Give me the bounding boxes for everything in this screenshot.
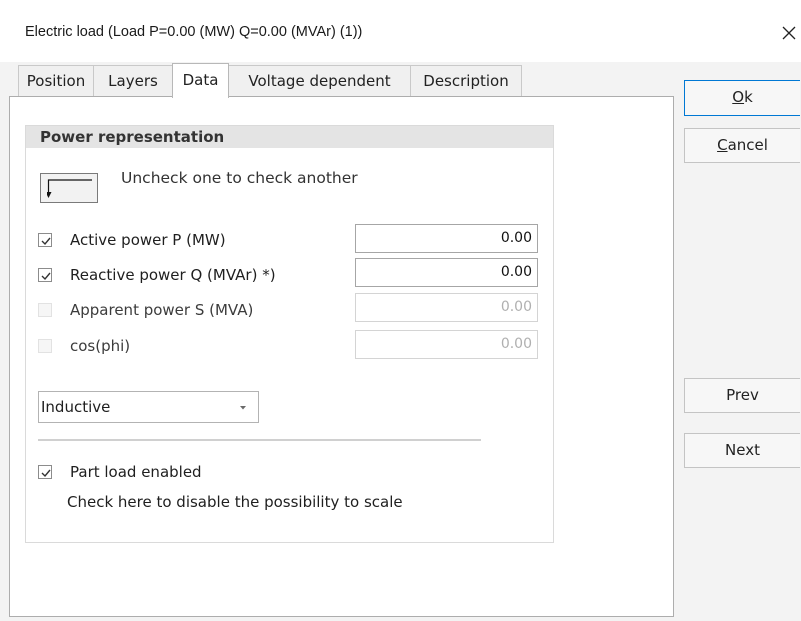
part-load-checkbox[interactable] xyxy=(38,465,52,479)
window-title: Electric load (Load P=0.00 (MW) Q=0.00 (… xyxy=(25,24,363,40)
check-icon xyxy=(41,237,51,246)
group-header: Power representation xyxy=(26,126,553,148)
check-icon xyxy=(41,469,51,478)
group-title: Power representation xyxy=(40,128,225,146)
part-load-row: Part load enabled xyxy=(38,461,338,487)
active-power-label: Active power P (MW) xyxy=(70,231,226,249)
tab-voltage-dependent[interactable]: Voltage dependent xyxy=(228,65,411,97)
ok-button[interactable]: Ok xyxy=(684,80,800,116)
ok-label: k xyxy=(744,88,753,106)
check-icon xyxy=(41,272,51,281)
cos-phi-label: cos(phi) xyxy=(70,337,131,355)
active-power-row: Active power P (MW) xyxy=(38,229,338,255)
reactive-power-checkbox[interactable] xyxy=(38,268,52,282)
cancel-mnemonic: C xyxy=(717,136,728,154)
uncheck-hint: Uncheck one to check another xyxy=(121,169,358,187)
next-button[interactable]: Next xyxy=(684,433,800,468)
active-power-input[interactable]: 0.00 xyxy=(355,224,538,253)
apparent-power-label: Apparent power S (MVA) xyxy=(70,301,254,319)
load-type-select[interactable]: Inductive xyxy=(38,391,259,423)
active-power-checkbox[interactable] xyxy=(38,233,52,247)
uncheck-toggle-button[interactable] xyxy=(40,173,98,203)
cos-phi-row: cos(phi) xyxy=(38,335,338,361)
tab-data[interactable]: Data xyxy=(172,63,229,98)
cos-phi-checkbox[interactable] xyxy=(38,339,52,353)
reactive-power-input[interactable]: 0.00 xyxy=(355,258,538,287)
dropdown-arrow-icon xyxy=(240,406,246,410)
apparent-power-input[interactable]: 0.00 xyxy=(355,293,538,322)
electric-load-dialog: Electric load (Load P=0.00 (MW) Q=0.00 (… xyxy=(0,0,801,621)
reactive-power-label: Reactive power Q (MVAr) *) xyxy=(70,266,276,284)
cos-phi-input[interactable]: 0.00 xyxy=(355,330,538,359)
reactive-power-row: Reactive power Q (MVAr) *) xyxy=(38,264,338,290)
ok-mnemonic: O xyxy=(732,88,745,106)
apparent-power-checkbox[interactable] xyxy=(38,303,52,317)
apparent-power-row: Apparent power S (MVA) xyxy=(38,299,338,325)
cancel-button[interactable]: Cancel xyxy=(684,128,800,163)
tab-layers[interactable]: Layers xyxy=(93,65,173,97)
cancel-label: ancel xyxy=(727,136,768,154)
title-bar: Electric load (Load P=0.00 (MW) Q=0.00 (… xyxy=(0,0,801,62)
part-load-description: Check here to disable the possibility to… xyxy=(67,493,403,511)
close-icon xyxy=(782,26,795,40)
part-load-label: Part load enabled xyxy=(70,463,202,481)
tab-position[interactable]: Position xyxy=(18,65,94,97)
close-button[interactable] xyxy=(776,18,801,48)
return-arrow-icon xyxy=(47,179,92,198)
tab-description[interactable]: Description xyxy=(410,65,522,97)
separator xyxy=(38,439,481,441)
load-type-value: Inductive xyxy=(41,398,111,416)
prev-button[interactable]: Prev xyxy=(684,378,800,413)
